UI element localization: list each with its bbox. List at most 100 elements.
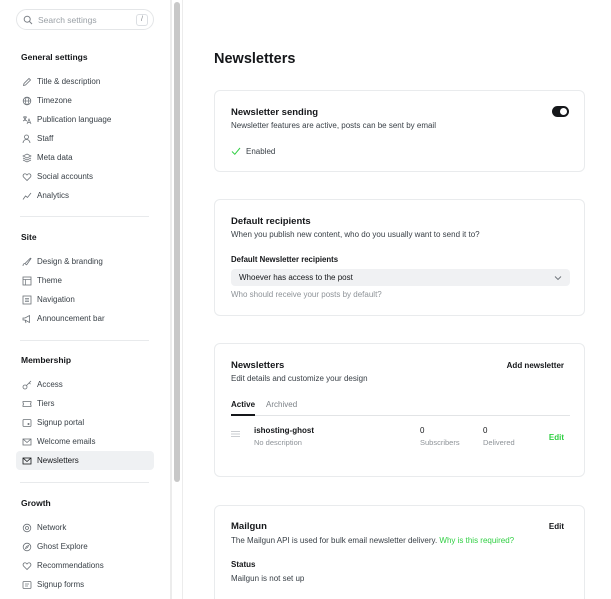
chart-icon: [22, 192, 32, 200]
nav-group-general: General settings Title & description Tim…: [16, 52, 154, 205]
newsletter-sending-toggle[interactable]: [552, 106, 569, 117]
delivered-count: 0: [483, 426, 488, 435]
sidebar-item-label: Ghost Explore: [37, 542, 88, 551]
user-icon: [22, 134, 31, 143]
tab-active[interactable]: Active: [231, 400, 256, 416]
sidebar-item-label: Welcome emails: [37, 437, 96, 446]
sidebar-scrollbar[interactable]: [171, 0, 183, 599]
card-description: Newsletter features are active, posts ca…: [231, 121, 436, 130]
sidebar-item-theme[interactable]: Theme: [16, 271, 154, 290]
sidebar-item-label: Newsletters: [37, 456, 79, 465]
sidebar-item-publication-language[interactable]: Publication language: [16, 110, 154, 129]
mailgun-card: Mailgun Edit The Mailgun API is used for…: [214, 505, 585, 599]
sidebar-item-label: Timezone: [37, 96, 72, 105]
sidebar-item-label: Network: [37, 523, 67, 532]
newsletter-description: No description: [254, 438, 302, 447]
card-title: Newsletters: [231, 360, 285, 371]
ticket-icon: [22, 400, 32, 407]
sidebar-item-label: Meta data: [37, 153, 73, 162]
sidebar-item-label: Staff: [37, 134, 54, 143]
sidebar-item-meta-data[interactable]: Meta data: [16, 148, 154, 167]
menu-box-icon: [22, 295, 32, 304]
recipients-select[interactable]: Whoever has access to the post: [231, 269, 570, 286]
search-input[interactable]: Search settings /: [16, 9, 154, 30]
sidebar-item-label: Recommendations: [37, 561, 104, 570]
sidebar-item-announcement-bar[interactable]: Announcement bar: [16, 309, 154, 328]
newsletter-sending-card: Newsletter sending Newsletter features a…: [214, 90, 585, 172]
tab-archived[interactable]: Archived: [266, 400, 297, 416]
card-description: The Mailgun API is used for bulk email n…: [231, 536, 514, 545]
at-icon: [22, 523, 32, 532]
megaphone-icon: [22, 314, 30, 323]
sidebar-item-tiers[interactable]: Tiers: [16, 394, 154, 413]
sidebar-item-navigation[interactable]: Navigation: [16, 290, 154, 309]
nav-group-site: Site Design & branding Theme Navigation …: [16, 232, 154, 328]
layers-icon: [22, 153, 32, 162]
sidebar-item-label: Tiers: [37, 399, 55, 408]
compass-icon: [22, 542, 32, 551]
edit-newsletter-button[interactable]: Edit: [549, 433, 564, 442]
mailgun-status-value: Mailgun is not set up: [231, 574, 305, 583]
default-recipients-card: Default recipients When you publish new …: [214, 199, 585, 316]
card-title: Mailgun: [231, 521, 267, 532]
card-description: When you publish new content, who do you…: [231, 230, 480, 239]
sending-status-label: Enabled: [246, 146, 276, 156]
card-description: Edit details and customize your design: [231, 374, 368, 383]
settings-sidebar: Search settings / General settings Title…: [0, 0, 171, 599]
sidebar-item-social-accounts[interactable]: Social accounts: [16, 167, 154, 186]
sidebar-item-signup-forms[interactable]: Signup forms: [16, 575, 154, 594]
mailgun-description: The Mailgun API is used for bulk email n…: [231, 536, 440, 545]
drag-handle-icon[interactable]: [231, 430, 240, 438]
sidebar-item-label: Announcement bar: [37, 314, 105, 323]
layout-icon: [22, 276, 32, 285]
why-required-link[interactable]: Why is this required?: [439, 536, 514, 545]
form-icon: [22, 580, 32, 589]
key-icon: [22, 380, 32, 389]
newsletters-card: Newsletters Edit details and customize y…: [214, 343, 585, 477]
newsletter-name: ishosting-ghost: [254, 426, 314, 435]
card-title: Default recipients: [231, 216, 311, 227]
sidebar-item-recommendations[interactable]: Recommendations: [16, 556, 154, 575]
newsletter-row[interactable]: ishosting-ghost No description 0 Subscri…: [231, 424, 570, 448]
page-title: Newsletters: [214, 51, 296, 67]
sidebar-item-label: Signup portal: [37, 418, 85, 427]
sidebar-item-welcome-emails[interactable]: Welcome emails: [16, 432, 154, 451]
sidebar-item-newsletters[interactable]: Newsletters: [16, 451, 154, 470]
heart-outline-icon: [22, 561, 32, 570]
pen-icon: [22, 77, 32, 86]
sidebar-item-label: Signup forms: [37, 580, 85, 589]
mailgun-status-label: Status: [231, 560, 256, 569]
subscribers-label: Subscribers: [420, 438, 460, 447]
globe-icon: [22, 96, 32, 105]
recipients-hint: Who should receive your posts by default…: [231, 290, 382, 299]
sidebar-item-design-branding[interactable]: Design & branding: [16, 252, 154, 271]
mail-icon: [22, 438, 32, 445]
toggle-knob: [560, 108, 567, 115]
sidebar-divider: [20, 340, 149, 341]
sidebar-item-signup-portal[interactable]: Signup portal: [16, 413, 154, 432]
sidebar-item-ghost-explore[interactable]: Ghost Explore: [16, 537, 154, 556]
nav-group-title: Site: [21, 232, 37, 242]
sidebar-divider: [20, 482, 149, 483]
card-title: Newsletter sending: [231, 107, 319, 118]
sidebar-item-timezone[interactable]: Timezone: [16, 91, 154, 110]
heart-icon: [22, 172, 32, 181]
sidebar-item-analytics[interactable]: Analytics: [16, 186, 154, 205]
sidebar-item-label: Analytics: [37, 191, 70, 200]
sending-status: Enabled: [231, 146, 275, 156]
sidebar-item-staff[interactable]: Staff: [16, 129, 154, 148]
add-newsletter-button[interactable]: Add newsletter: [507, 361, 564, 370]
sidebar-item-label: Navigation: [37, 295, 75, 304]
check-icon: [231, 147, 241, 156]
newsletter-icon: [22, 457, 32, 464]
sidebar-divider: [20, 216, 149, 217]
sidebar-item-access[interactable]: Access: [16, 375, 154, 394]
edit-mailgun-button[interactable]: Edit: [549, 522, 564, 531]
sidebar-item-label: Theme: [37, 276, 62, 285]
scrollbar-thumb[interactable]: [174, 2, 180, 482]
nav-group-growth: Growth Network Ghost Explore Recommendat…: [16, 498, 154, 594]
sidebar-item-title-description[interactable]: Title & description: [16, 72, 154, 91]
search-shortcut-key: /: [136, 13, 148, 26]
sidebar-item-network[interactable]: Network: [16, 518, 154, 537]
delivered-label: Delivered: [483, 438, 515, 447]
